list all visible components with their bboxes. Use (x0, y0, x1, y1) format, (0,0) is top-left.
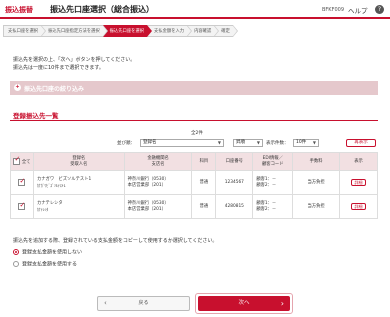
row-select-cell (10, 170, 34, 195)
header-recipient-label: 受取人名 (70, 161, 88, 167)
step-select-payment-account: 支払口座を選択 (3, 25, 47, 37)
radio-label: 登録支払金額を使用する (22, 261, 78, 268)
detail-cell: 詳細 (339, 194, 378, 219)
per-page-label: 表示件数： (266, 141, 289, 146)
filter-toggle[interactable]: + 振込先口座の絞り込み (10, 81, 378, 95)
bank-cell: 神奈川銀行（0530） 本店営業部（201） (123, 194, 193, 219)
instruction-line: 振込先は一度に10件まで選択できます。 (13, 65, 104, 71)
header-fee: 手数料 (292, 152, 341, 171)
account-number: 4280815 (215, 194, 254, 219)
help-icon[interactable]: ? (375, 5, 384, 14)
header-type: 科目 (191, 152, 217, 171)
customer-code-2: 顧客2：－ (256, 206, 277, 212)
order-value: 昇順 (236, 140, 245, 145)
customer-code-cell: 顧客1：－ 顧客2：－ (252, 170, 294, 195)
section-title: 登録振込先一覧 (13, 112, 59, 120)
chevron-down-icon: ▼ (217, 140, 221, 145)
detail-button[interactable]: 詳細 (351, 202, 367, 210)
recipient-name: ｶﾅﾃﾚｼﾀ (36, 206, 49, 212)
customer-code-cell: 顧客1：－ 顧客2：－ (252, 194, 294, 219)
copy-amount-note: 振込先を追加する際、登録されている支払金額をコピーして使用するか選択してください… (13, 238, 218, 244)
step-select-payee: 振込先口座を選択 (102, 25, 153, 37)
instructions: 振込先を選択の上、「次へ」ボタンを押してください。 振込先は一度に10件まで選択… (13, 56, 135, 72)
help-link[interactable]: ヘルプ (348, 5, 368, 15)
row-checkbox[interactable] (18, 202, 26, 210)
table-row: カナテレシタ ｶﾅﾃﾚｼﾀ 神奈川銀行（0530） 本店営業部（201） 普通 … (10, 194, 378, 219)
radio-button[interactable] (13, 249, 19, 255)
radio-label: 登録支払金額を使用しない (22, 249, 83, 256)
header-branch-label: 支店名 (151, 161, 165, 167)
header-customer-code-label: 顧客コード (262, 161, 284, 167)
instruction-line: 振込先を選択の上、「次へ」ボタンを押してください。 (13, 57, 136, 63)
account-type: 普通 (191, 194, 217, 219)
payee-table: 全て 登録名 受取人名 金融機関名 支店名 科目 口座番号 EDI情報／ 顧客コ… (10, 152, 378, 219)
section-divider (10, 120, 378, 121)
name-cell: カナガワ ビズソルテスト1 ｶﾅｶﾞﾜﾋﾞｽﾞｿﾙﾃｽﾄ1 (32, 170, 125, 195)
radio-button[interactable] (13, 261, 19, 267)
customer-code-2: 顧客2：－ (256, 182, 277, 188)
header-select-all[interactable]: 全て (10, 152, 34, 171)
result-count: 全2件 (191, 131, 203, 136)
header-bank: 金融機関名 支店名 (123, 152, 193, 171)
row-checkbox[interactable] (18, 178, 26, 186)
radio-option-no-copy[interactable]: 登録支払金額を使用しない (13, 249, 82, 256)
table-header-row: 全て 登録名 受取人名 金融機関名 支店名 科目 口座番号 EDI情報／ 顧客コ… (10, 152, 378, 171)
detail-button[interactable]: 詳細 (351, 178, 367, 186)
per-page-select[interactable]: 10件 ▼ (293, 139, 319, 147)
fee-bearer: 当方負担 (292, 170, 341, 195)
category-label: 振込振替 (5, 6, 33, 14)
chevron-down-icon: ▼ (312, 140, 316, 145)
back-button[interactable]: ‹ 戻る (97, 296, 190, 311)
detail-cell: 詳細 (339, 170, 378, 195)
account-type: 普通 (191, 170, 217, 195)
filter-label: 振込先口座の絞り込み (24, 86, 85, 93)
branch-name: 本店営業部（201） (127, 206, 166, 212)
per-page-value: 10件 (296, 140, 307, 145)
select-all-label: 全て (21, 159, 31, 165)
name-cell: カナテレシタ ｶﾅﾃﾚｼﾀ (32, 194, 125, 219)
next-button-focus-ring: 次へ › (195, 293, 293, 314)
sort-value: 登録名 (143, 140, 157, 145)
step-enter-amount: 支払金額を入力 (147, 25, 193, 37)
sort-select[interactable]: 登録名 ▼ (140, 139, 224, 147)
page-title: 振込先口座選択（総合振込） (50, 5, 154, 14)
next-button[interactable]: 次へ › (198, 296, 290, 311)
branch-name: 本店営業部（201） (127, 182, 166, 188)
chevron-down-icon: ▼ (256, 140, 260, 145)
account-number: 1234567 (215, 170, 254, 195)
header-account: 口座番号 (215, 152, 254, 171)
table-row: カナガワ ビズソルテスト1 ｶﾅｶﾞﾜﾋﾞｽﾞｿﾙﾃｽﾄ1 神奈川銀行（0530… (10, 170, 378, 195)
plus-icon: + (14, 84, 21, 91)
select-all-checkbox[interactable] (13, 157, 21, 165)
bank-cell: 神奈川銀行（0530） 本店営業部（201） (123, 170, 193, 195)
header-name: 登録名 受取人名 (32, 152, 125, 171)
redisplay-button[interactable]: 再表示 (346, 139, 376, 147)
screen-code: BFKF009 (322, 7, 345, 13)
fee-bearer: 当方負担 (292, 194, 341, 219)
radio-option-copy[interactable]: 登録支払金額を使用する (13, 261, 77, 268)
page-header: 振込振替 振込先口座選択（総合振込） BFKF009 ヘルプ ? (0, 0, 390, 19)
row-select-cell (10, 194, 34, 219)
recipient-name: ｶﾅｶﾞﾜﾋﾞｽﾞｿﾙﾃｽﾄ1 (36, 182, 66, 188)
next-label: 次へ (238, 300, 250, 306)
progress-steps: 支払口座を選択 振込先口座指定方法を選択 振込先口座を選択 支払金額を入力 内容… (3, 25, 238, 37)
order-select[interactable]: 昇順 ▼ (233, 139, 263, 147)
back-label: 戻る (138, 300, 149, 306)
header-show: 表示 (339, 152, 378, 171)
chevron-right-icon: › (280, 299, 284, 308)
chevron-left-icon: ‹ (104, 299, 107, 307)
sort-label: 並び順： (117, 141, 135, 146)
step-select-method: 振込先口座指定方法を選択 (41, 25, 108, 37)
header-edi: EDI情報／ 顧客コード (252, 152, 294, 171)
